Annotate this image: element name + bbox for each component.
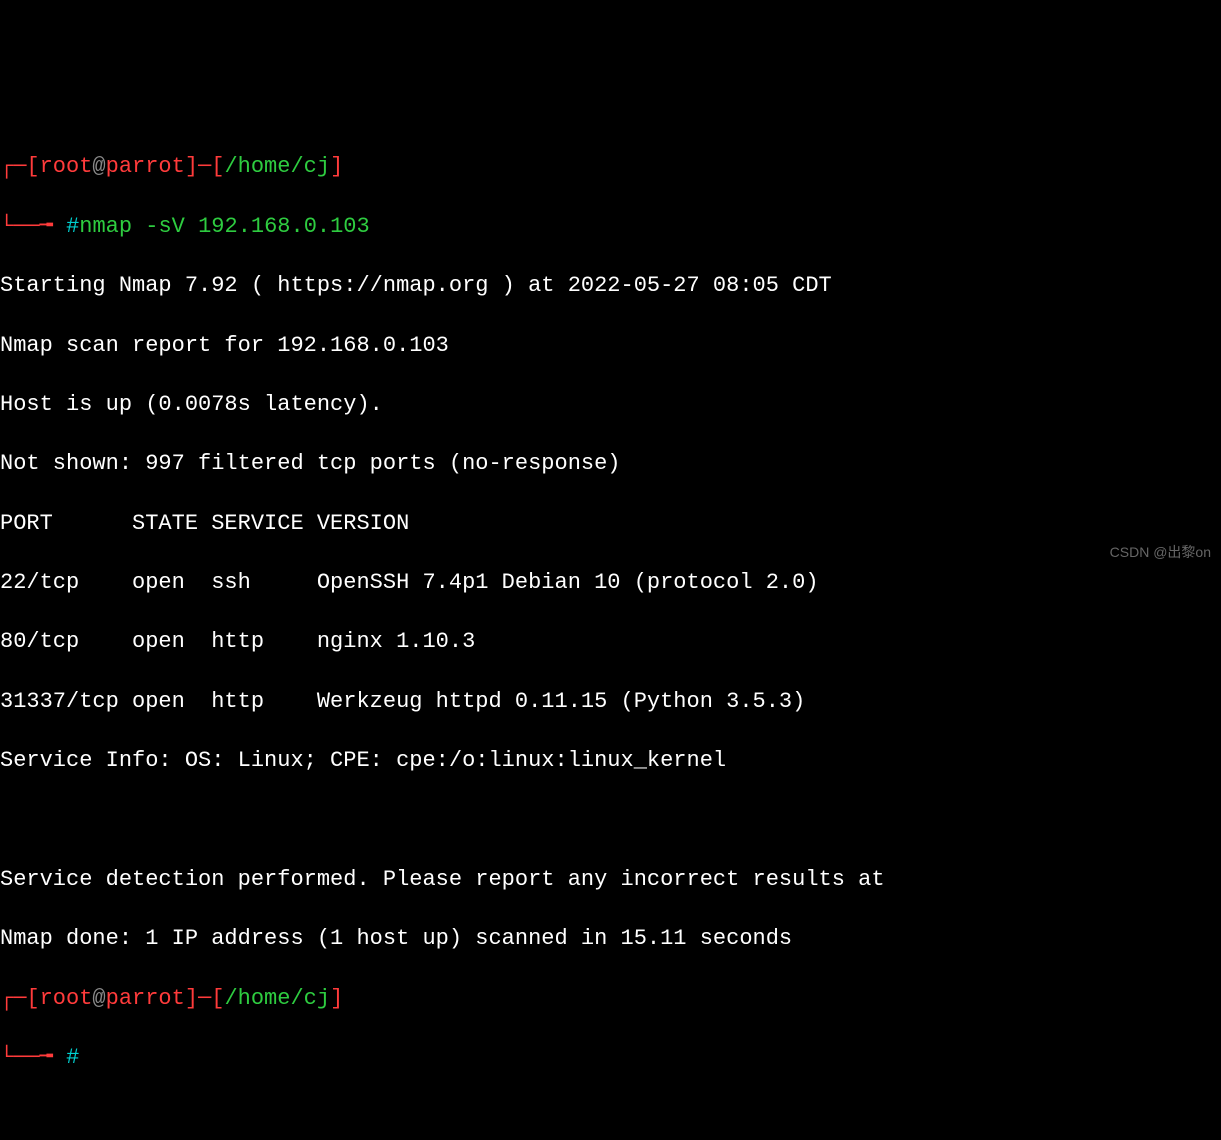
terminal-output[interactable]: ┌─[root@parrot]─[/home/cj] └──╼ #nmap -s… xyxy=(0,123,1221,1103)
prompt-bracket: ] xyxy=(330,986,343,1011)
prompt-line-1: ┌─[root@parrot]─[/home/cj] xyxy=(0,152,1221,182)
watermark-text: CSDN @出黎on xyxy=(1110,543,1211,562)
output-blank xyxy=(0,806,1221,836)
prompt-path: /home/cj xyxy=(224,986,330,1011)
output-line: Starting Nmap 7.92 ( https://nmap.org ) … xyxy=(0,271,1221,301)
output-line: Service Info: OS: Linux; CPE: cpe:/o:lin… xyxy=(0,746,1221,776)
table-row: 22/tcp open ssh OpenSSH 7.4p1 Debian 10 … xyxy=(0,568,1221,598)
prompt-line-2: ┌─[root@parrot]─[/home/cj] xyxy=(0,984,1221,1014)
command-text: nmap -sV 192.168.0.103 xyxy=(79,214,369,239)
prompt-empty-line[interactable]: └──╼ # xyxy=(0,1043,1221,1073)
output-line: Nmap scan report for 192.168.0.103 xyxy=(0,331,1221,361)
prompt-at: @ xyxy=(92,154,105,179)
prompt-bracket: ┌─[ xyxy=(0,986,40,1011)
prompt-bracket: ┌─[ xyxy=(0,154,40,179)
prompt-user: root xyxy=(40,986,93,1011)
table-row: 31337/tcp open http Werkzeug httpd 0.11.… xyxy=(0,687,1221,717)
prompt-hash: # xyxy=(66,1045,79,1070)
prompt-bracket: ]─[ xyxy=(185,154,225,179)
output-line: Service detection performed. Please repo… xyxy=(0,865,1221,895)
table-row: 80/tcp open http nginx 1.10.3 xyxy=(0,627,1221,657)
prompt-connector: └──╼ xyxy=(0,1045,66,1070)
prompt-bracket: ] xyxy=(330,154,343,179)
prompt-path: /home/cj xyxy=(224,154,330,179)
prompt-command-line: └──╼ #nmap -sV 192.168.0.103 xyxy=(0,212,1221,242)
prompt-host: parrot xyxy=(106,986,185,1011)
output-line: Nmap done: 1 IP address (1 host up) scan… xyxy=(0,924,1221,954)
prompt-bracket: ]─[ xyxy=(185,986,225,1011)
prompt-at: @ xyxy=(92,986,105,1011)
prompt-connector: └──╼ xyxy=(0,214,66,239)
table-header: PORT STATE SERVICE VERSION xyxy=(0,509,1221,539)
prompt-hash: # xyxy=(66,214,79,239)
output-line: Not shown: 997 filtered tcp ports (no-re… xyxy=(0,449,1221,479)
output-line: Host is up (0.0078s latency). xyxy=(0,390,1221,420)
prompt-host: parrot xyxy=(106,154,185,179)
prompt-user: root xyxy=(40,154,93,179)
